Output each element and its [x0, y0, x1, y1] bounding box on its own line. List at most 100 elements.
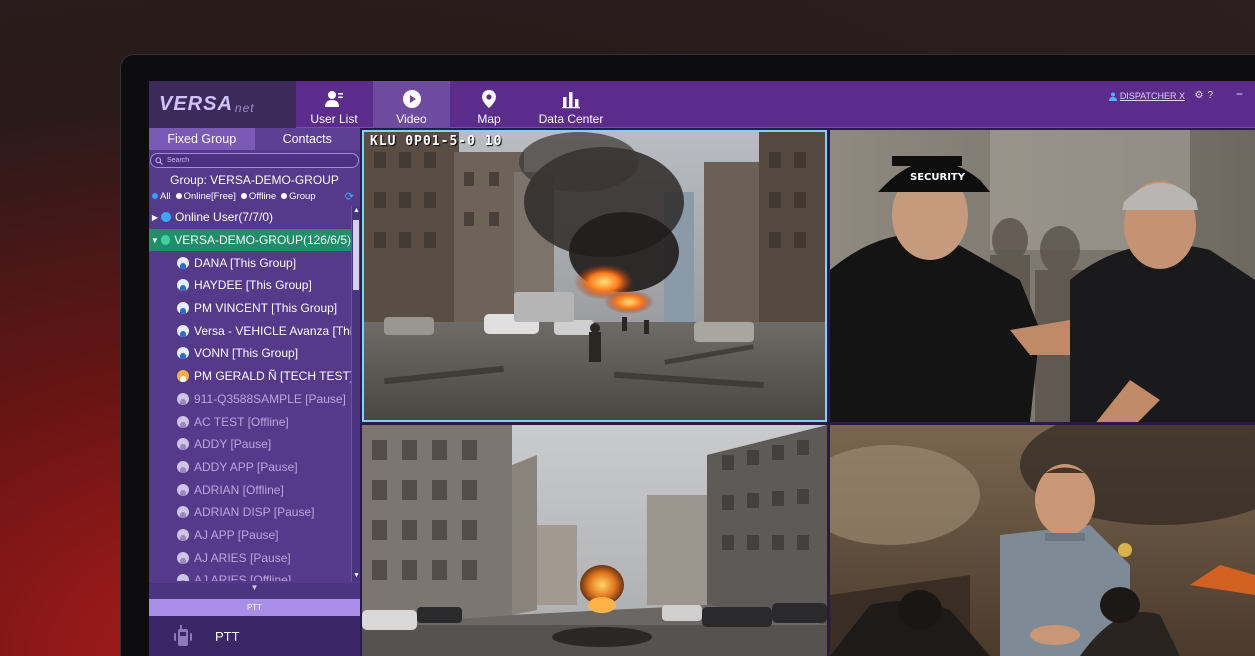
svg-text:SECURITY: SECURITY: [910, 172, 966, 183]
tree-member-row[interactable]: VONN [This Group]: [149, 342, 351, 365]
tree-member-row[interactable]: Versa - VEHICLE Avanza [This Group]: [149, 319, 351, 342]
tab-map[interactable]: Map: [451, 81, 527, 128]
help-icon[interactable]: ?: [1207, 90, 1213, 101]
member-label: AJ ARIES [Offline]: [194, 573, 292, 581]
member-label: VONN [This Group]: [194, 346, 299, 361]
tree-node-label: VERSA-DEMO-GROUP(126/6/5): [174, 233, 351, 248]
radio-icon: [240, 193, 247, 199]
radio-icon: [175, 193, 182, 199]
refresh-icon[interactable]: ⟳: [345, 190, 354, 203]
member-list: DANA [This Group] HAYDEE [This Group] PM V…: [149, 251, 351, 581]
tree-member-row[interactable]: HAYDEE [This Group]: [149, 274, 351, 297]
filter-online-free[interactable]: Online[Free]: [175, 191, 236, 202]
dispatcher-user-link[interactable]: DISPATCHER X: [1108, 91, 1185, 101]
tree-scrollbar[interactable]: ▲ ▼: [351, 206, 360, 581]
dispatcher-name: DISPATCHER X: [1119, 91, 1185, 101]
tree-member-row[interactable]: ADDY [Pause]: [149, 433, 351, 456]
top-bar: VERSA net User List Video Map Data Cente…: [149, 81, 1255, 128]
member-label: ADRIAN [Offline]: [194, 482, 284, 497]
user-avatar-icon: [177, 279, 189, 292]
video-frame-street-fire: [364, 132, 825, 420]
user-list-icon: [325, 91, 343, 107]
bar-chart-icon: [562, 92, 580, 109]
logo-text: VERSA: [159, 93, 233, 115]
filter-group[interactable]: Group: [281, 191, 316, 202]
user-avatar-icon: [177, 438, 189, 451]
video-frame-security-guard: SECURITY: [830, 130, 1255, 422]
tree-member-row[interactable]: AJ ARIES [Pause]: [149, 546, 351, 569]
tree-member-row[interactable]: 911-Q3588SAMPLE [Pause]: [149, 388, 351, 411]
user-tree: ▶ Online User(7/7/0) ▼ VERSA-DEMO-GROUP(…: [149, 206, 351, 581]
gear-icon[interactable]: ⚙: [1194, 90, 1203, 101]
radio-selected-icon: [152, 193, 158, 199]
group-status-icon: [160, 235, 171, 246]
tree-member-row[interactable]: ADDY APP [Pause]: [149, 456, 351, 479]
user-avatar-icon: [177, 302, 189, 315]
radio-handset-icon[interactable]: [173, 625, 193, 647]
tree-member-row[interactable]: AJ ARIES [Offline]: [149, 569, 351, 581]
map-pin-icon: [482, 90, 496, 108]
group-title: Group: VERSA-DEMO-GROUP: [170, 173, 339, 187]
ptt-label[interactable]: PTT: [215, 629, 240, 644]
user-icon: [1108, 92, 1117, 101]
ptt-bar[interactable]: PTT: [149, 599, 360, 616]
tree-node-online-user[interactable]: ▶ Online User(7/7/0): [149, 206, 351, 229]
logo-sub-text: net: [234, 100, 255, 115]
user-avatar-icon: [177, 415, 189, 428]
logo: VERSA net: [149, 81, 296, 128]
radio-icon: [281, 193, 288, 199]
user-avatar-icon: [177, 392, 189, 405]
video-frame-city-explosion: [362, 425, 827, 656]
tab-data-center[interactable]: Data Center: [529, 81, 613, 128]
user-avatar-icon: [177, 506, 189, 519]
member-label: ADDY [Pause]: [194, 437, 272, 452]
member-label: 911-Q3588SAMPLE [Pause]: [194, 391, 346, 406]
search-box: [150, 153, 359, 168]
scroll-thumb[interactable]: [353, 220, 359, 290]
member-label: AJ ARIES [Pause]: [194, 550, 291, 565]
user-avatar-icon: [177, 483, 189, 496]
collapse-arrow-icon[interactable]: ▼: [149, 583, 360, 599]
tab-label: Map: [477, 112, 501, 126]
tree-member-row[interactable]: ADRIAN DISP [Pause]: [149, 501, 351, 524]
user-avatar-icon: [177, 370, 189, 383]
tree-member-row[interactable]: DANA [This Group]: [149, 251, 351, 274]
search-input[interactable]: [167, 157, 347, 164]
member-label: AC TEST [Offline]: [194, 414, 289, 429]
video-feed-1[interactable]: KLU 0P01-5-0 10: [362, 130, 827, 422]
user-avatar-icon: [177, 256, 189, 269]
header-icons: ⚙ ?: [1194, 90, 1213, 101]
tab-label: Video: [396, 112, 427, 126]
filter-offline[interactable]: Offline: [240, 191, 276, 202]
user-avatar-icon: [177, 551, 189, 564]
ptt-panel: PTT: [149, 616, 360, 656]
user-avatar-icon: [177, 574, 189, 581]
video-feed-3[interactable]: [362, 425, 827, 656]
sidebar: Fixed Group Contacts Group: VERSA-DEMO-G…: [149, 128, 360, 656]
tab-contacts[interactable]: Contacts: [254, 128, 360, 150]
user-avatar-icon: [177, 324, 189, 337]
tree-member-row[interactable]: PM VINCENT [This Group]: [149, 297, 351, 320]
video-feed-2[interactable]: SECURITY: [830, 130, 1255, 422]
member-label: ADDY APP [Pause]: [194, 459, 298, 474]
video-feed-4[interactable]: [830, 425, 1255, 656]
play-icon: [402, 90, 421, 108]
caret-right-icon[interactable]: ▶: [149, 213, 161, 222]
tree-member-row[interactable]: PM GERALD Ñ [TECH TEST]: [149, 365, 351, 388]
member-label: ADRIAN DISP [Pause]: [194, 505, 315, 520]
tree-member-row[interactable]: ADRIAN [Offline]: [149, 478, 351, 501]
tab-label: User List: [310, 112, 358, 126]
tab-video[interactable]: Video: [373, 81, 450, 128]
member-label: PM VINCENT [This Group]: [194, 301, 338, 316]
tree-node-group[interactable]: ▼ VERSA-DEMO-GROUP(126/6/5): [149, 228, 351, 252]
tree-member-row[interactable]: AJ APP [Pause]: [149, 524, 351, 547]
member-label: PM GERALD Ñ [TECH TEST]: [194, 369, 351, 384]
member-label: HAYDEE [This Group]: [194, 278, 312, 293]
tree-member-row[interactable]: AC TEST [Offline]: [149, 410, 351, 433]
tree-node-label: Online User(7/7/0): [175, 210, 274, 225]
tab-fixed-group[interactable]: Fixed Group: [149, 128, 255, 150]
tab-user-list[interactable]: User List: [296, 81, 372, 128]
caret-down-icon[interactable]: ▼: [149, 236, 161, 245]
minimize-button[interactable]: −: [1236, 87, 1243, 101]
filter-all[interactable]: All: [152, 191, 171, 202]
